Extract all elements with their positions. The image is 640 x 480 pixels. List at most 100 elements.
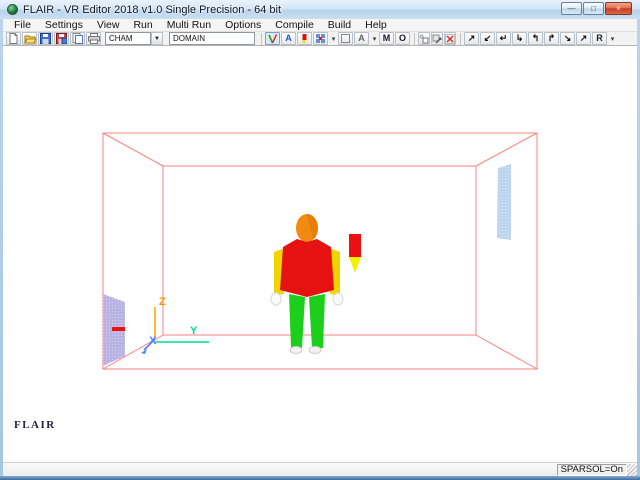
rotate-button[interactable]: R [592, 32, 607, 45]
snap-button[interactable] [418, 32, 430, 45]
scene-svg: Z Y X FLAIR [3, 46, 637, 462]
close-icon: × [616, 5, 621, 13]
nav-arrow-button-6[interactable]: ↱ [544, 32, 559, 45]
y-axis-label: Y [190, 325, 198, 337]
caption-buttons: — □ × [560, 2, 632, 15]
grid-options-caret[interactable]: ▾ [329, 35, 338, 43]
z-axis-label: Z [159, 296, 166, 308]
print-icon [88, 33, 100, 44]
axes-toggle-button[interactable]: A [281, 32, 296, 45]
return-arrow-icon: ↵ [500, 34, 508, 43]
minimize-button[interactable]: — [561, 2, 582, 15]
pan-button[interactable] [431, 32, 443, 45]
triangle-a-icon: A [285, 34, 292, 43]
arrow-down-left-icon: ↙ [484, 34, 492, 43]
open-button[interactable] [22, 32, 37, 45]
menu-file[interactable]: File [7, 19, 38, 31]
arrow-down-right-icon: ↘ [564, 34, 572, 43]
new-file-icon [8, 33, 19, 44]
menu-view[interactable]: View [90, 19, 127, 31]
layer-combo-value[interactable]: CHAM [105, 32, 151, 45]
copy-page-icon [72, 33, 83, 44]
turn-up-left-icon: ↰ [532, 34, 540, 43]
app-window: FLAIR - VR Editor 2018 v1.0 Single Preci… [0, 0, 640, 480]
save-red-icon [56, 33, 67, 44]
arrow-up-right-icon: ↗ [468, 34, 476, 43]
toolbar: CHAM ▼ DOMAIN A ▾ A ▾ M O [3, 32, 637, 46]
branch-arrow-icon: ↳ [516, 34, 524, 43]
close-button[interactable]: × [605, 2, 632, 15]
x-axis-label: X [149, 335, 157, 347]
beam-spot [112, 327, 125, 331]
right-wall-panel [497, 164, 511, 240]
clear-button[interactable] [444, 32, 456, 45]
beam-marker-button[interactable] [297, 32, 312, 45]
maximize-button[interactable]: □ [583, 2, 604, 15]
open-folder-icon [24, 33, 36, 44]
menu-help[interactable]: Help [358, 19, 394, 31]
menu-build[interactable]: Build [321, 19, 358, 31]
print-button[interactable] [86, 32, 101, 45]
nav-arrow-button-1[interactable]: ↗ [464, 32, 479, 45]
phantom-left-foot [290, 347, 302, 354]
chevron-down-icon: ▾ [332, 36, 336, 43]
menu-run[interactable]: Run [126, 19, 159, 31]
menu-options[interactable]: Options [218, 19, 268, 31]
phantom-left-hand [271, 293, 281, 305]
save-as-button[interactable] [54, 32, 69, 45]
square-outline-icon [340, 33, 351, 44]
grid-options-button[interactable] [313, 32, 328, 45]
domain-field[interactable]: DOMAIN [169, 32, 255, 45]
save-icon [40, 33, 51, 44]
turn-up-right-icon: ↱ [548, 34, 556, 43]
material-button[interactable]: M [379, 32, 394, 45]
nav-arrow-button-7[interactable]: ↘ [560, 32, 575, 45]
v-script-icon [267, 33, 278, 44]
title-bar[interactable]: FLAIR - VR Editor 2018 v1.0 Single Preci… [0, 0, 640, 19]
labels-button[interactable]: A [354, 32, 369, 45]
flair-app-icon [7, 4, 18, 15]
red-marker-icon [300, 33, 309, 44]
label-a-icon: A [358, 34, 365, 43]
bounding-box-button[interactable] [338, 32, 353, 45]
human-phantom [271, 214, 343, 354]
viewport-3d[interactable]: Z Y X FLAIR [3, 46, 637, 462]
nav-arrow-button-4[interactable]: ↳ [512, 32, 527, 45]
geometry-view-button[interactable] [265, 32, 280, 45]
menu-multi-run[interactable]: Multi Run [160, 19, 218, 31]
phantom-right-leg [309, 294, 325, 348]
origin-button[interactable]: O [395, 32, 410, 45]
nav-arrow-button-8[interactable]: ↗ [576, 32, 591, 45]
axes-triad: Z Y X [141, 296, 209, 354]
phantom-left-leg [289, 294, 305, 348]
status-bar: SPARSOL=On [3, 462, 637, 476]
menu-bar: File Settings View Run Multi Run Options… [3, 19, 637, 32]
menu-compile[interactable]: Compile [268, 19, 321, 31]
menu-settings[interactable]: Settings [38, 19, 90, 31]
minimize-icon: — [568, 5, 576, 13]
chevron-down-icon: ▾ [373, 36, 377, 43]
nav-arrow-button-5[interactable]: ↰ [528, 32, 543, 45]
sparsol-status: SPARSOL=On [557, 464, 627, 476]
snap-corner-icon [419, 34, 429, 44]
phantom-right-hand [333, 293, 343, 305]
nav-arrow-button-2[interactable]: ↙ [480, 32, 495, 45]
toolbar-separator [414, 33, 415, 45]
rotate-caret[interactable]: ▾ [608, 35, 617, 43]
window-title: FLAIR - VR Editor 2018 v1.0 Single Preci… [23, 4, 281, 16]
save-button[interactable] [38, 32, 53, 45]
resize-grip[interactable] [627, 464, 637, 476]
chevron-down-icon: ▼ [154, 36, 160, 42]
new-file-button[interactable] [6, 32, 21, 45]
phantom-torso [280, 239, 334, 297]
copy-button[interactable] [70, 32, 85, 45]
nav-arrow-button-3[interactable]: ↵ [496, 32, 511, 45]
layer-combo-arrow[interactable]: ▼ [151, 32, 163, 45]
labels-caret[interactable]: ▾ [370, 35, 379, 43]
toolbar-separator [460, 33, 461, 45]
maximize-icon: □ [591, 5, 596, 13]
toolbar-separator [261, 33, 262, 45]
arrow-up-right-icon: ↗ [580, 34, 588, 43]
pan-grid-icon [432, 34, 442, 44]
layer-combo[interactable]: CHAM ▼ [105, 32, 163, 45]
